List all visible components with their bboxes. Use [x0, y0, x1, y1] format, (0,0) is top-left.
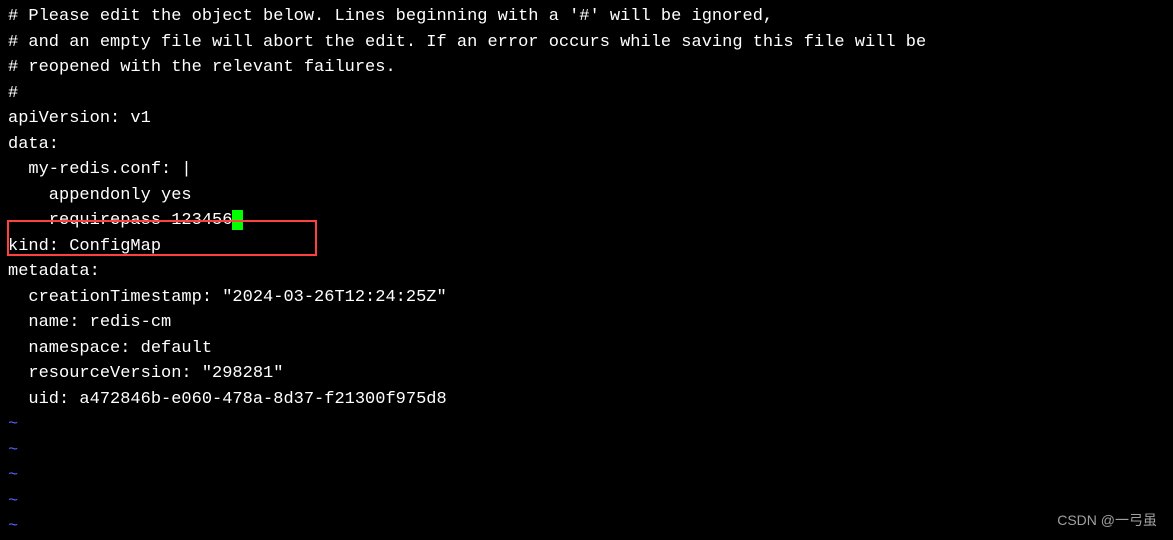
requirepass-text: requirepass 123456 [8, 211, 232, 230]
yaml-name[interactable]: name: redis-cm [8, 310, 1165, 336]
watermark-text: CSDN @一弓虽 [1057, 510, 1157, 531]
cursor-icon [232, 210, 243, 230]
yaml-data[interactable]: data: [8, 132, 1165, 158]
yaml-confkey[interactable]: my-redis.conf: | [8, 157, 1165, 183]
vim-tilde-line: ~ [8, 412, 1165, 438]
comment-line-1[interactable]: # Please edit the object below. Lines be… [8, 4, 1165, 30]
yaml-creation-timestamp[interactable]: creationTimestamp: "2024-03-26T12:24:25Z… [8, 285, 1165, 311]
vim-tilde-line: ~ [8, 489, 1165, 515]
vim-tilde-line: ~ [8, 463, 1165, 489]
vim-tilde-line: ~ [8, 438, 1165, 464]
vim-tilde-line: ~ [8, 514, 1165, 540]
yaml-kind[interactable]: kind: ConfigMap [8, 234, 1165, 260]
yaml-resource-version[interactable]: resourceVersion: "298281" [8, 361, 1165, 387]
comment-line-2[interactable]: # and an empty file will abort the edit.… [8, 30, 1165, 56]
comment-line-4[interactable]: # [8, 81, 1165, 107]
comment-line-3[interactable]: # reopened with the relevant failures. [8, 55, 1165, 81]
yaml-metadata[interactable]: metadata: [8, 259, 1165, 285]
yaml-namespace[interactable]: namespace: default [8, 336, 1165, 362]
yaml-appendonly[interactable]: appendonly yes [8, 183, 1165, 209]
yaml-requirepass[interactable]: requirepass 123456 [8, 208, 1165, 234]
yaml-apiversion[interactable]: apiVersion: v1 [8, 106, 1165, 132]
yaml-uid[interactable]: uid: a472846b-e060-478a-8d37-f21300f975d… [8, 387, 1165, 413]
